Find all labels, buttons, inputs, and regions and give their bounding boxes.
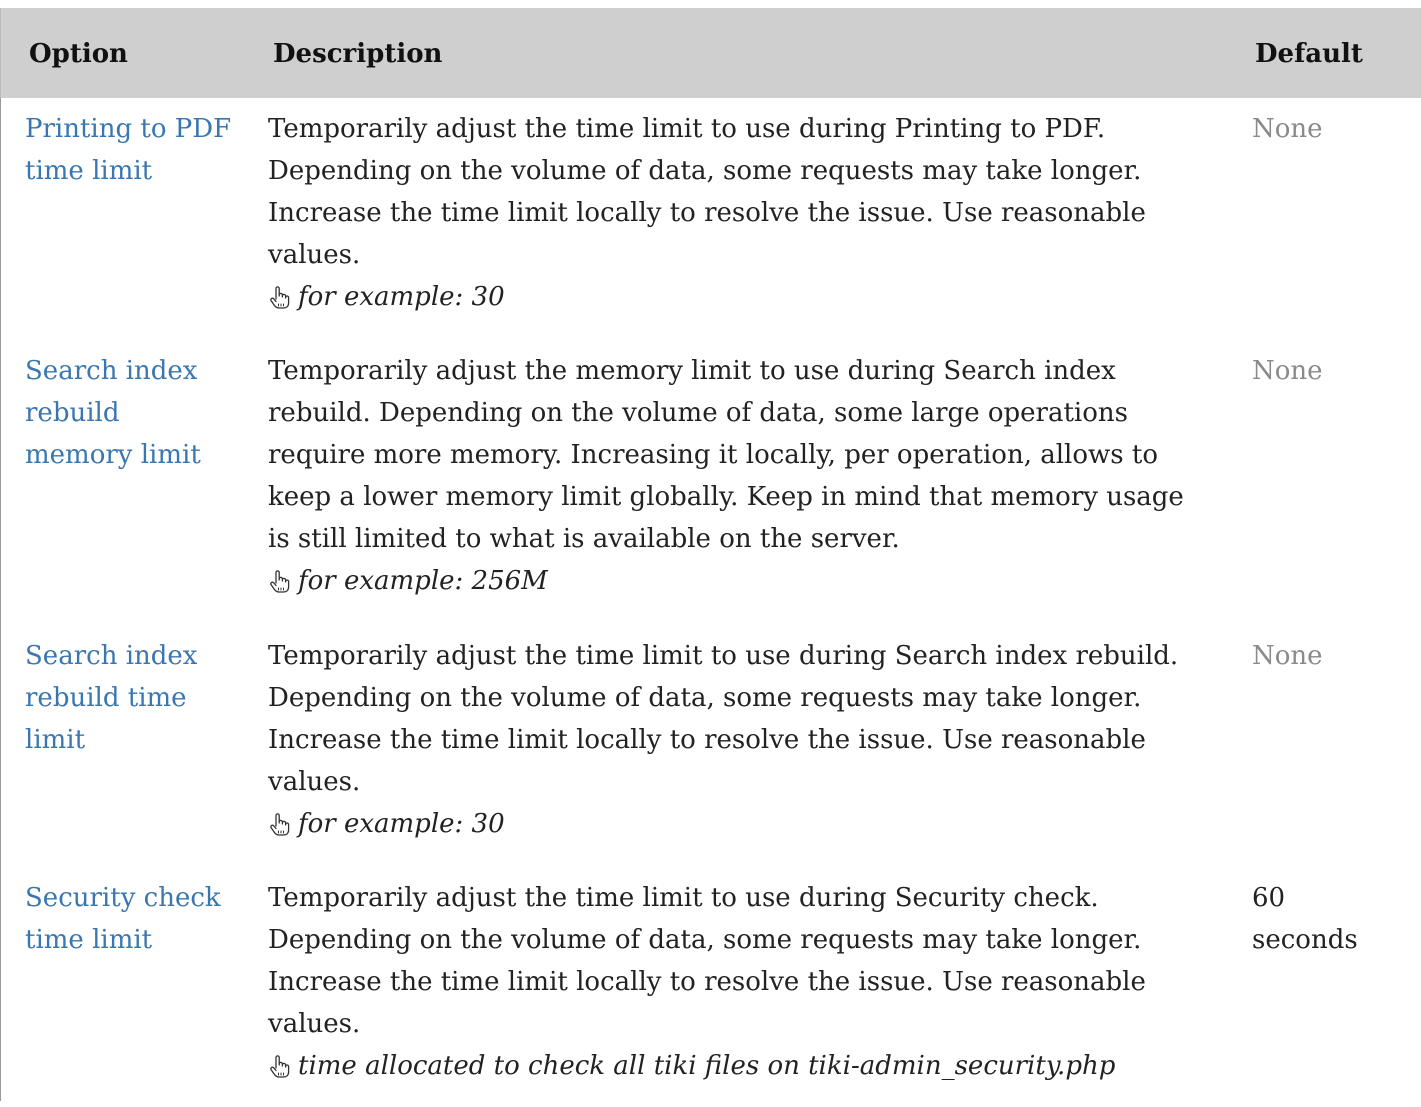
description-line: Temporarily adjust the memory limit to u…: [268, 356, 1116, 386]
table-row: Security check time limit Temporarily ad…: [1, 877, 1421, 1107]
default-value: seconds: [1252, 925, 1358, 955]
option-link-search-index-rebuild-time-limit[interactable]: Search index rebuild time limit: [25, 635, 250, 761]
option-link-line[interactable]: limit: [25, 719, 250, 761]
option-link-line[interactable]: rebuild time: [25, 677, 250, 719]
default-value: None: [1252, 356, 1323, 386]
option-description: Temporarily adjust the time limit to use…: [268, 108, 1228, 318]
option-default: None: [1252, 350, 1412, 392]
description-line: Increase the time limit locally to resol…: [268, 198, 1146, 228]
hint-text: time allocated to check all tiki files o…: [298, 1051, 1116, 1081]
option-link-line[interactable]: Printing to PDF: [25, 108, 250, 150]
option-default: None: [1252, 635, 1412, 677]
option-link-security-check-time-limit[interactable]: Security check time limit: [25, 877, 250, 961]
option-hint: for example: 256M: [268, 560, 1228, 602]
preferences-table: Option Description Default Printing to P…: [0, 8, 1421, 1101]
option-description: Temporarily adjust the time limit to use…: [268, 877, 1228, 1087]
table-body: Printing to PDF time limit Temporarily a…: [0, 98, 1421, 1101]
default-value: None: [1252, 114, 1323, 144]
option-hint: for example: 30: [268, 276, 1228, 318]
table-row: Search index rebuild time limit Temporar…: [1, 635, 1421, 865]
description-line: rebuild. Depending on the volume of data…: [268, 398, 1128, 428]
pointing-hand-icon: [270, 570, 290, 593]
option-link-line[interactable]: rebuild: [25, 392, 250, 434]
description-line: Temporarily adjust the time limit to use…: [268, 883, 1099, 913]
option-default: 60 seconds: [1252, 877, 1412, 961]
option-link-line[interactable]: Search index: [25, 350, 250, 392]
option-link-line[interactable]: Search index: [25, 635, 250, 677]
description-line: values.: [268, 240, 361, 270]
description-line: Depending on the volume of data, some re…: [268, 683, 1142, 713]
option-link-line[interactable]: time limit: [25, 919, 250, 961]
description-line: Depending on the volume of data, some re…: [268, 925, 1142, 955]
table-header: Option Description Default: [0, 8, 1421, 98]
option-hint: for example: 30: [268, 803, 1228, 845]
option-link-line[interactable]: Security check: [25, 877, 250, 919]
table-row: Printing to PDF time limit Temporarily a…: [1, 108, 1421, 338]
hint-text: for example: 30: [298, 282, 505, 312]
pointing-hand-icon: [270, 1055, 290, 1078]
description-line: Depending on the volume of data, some re…: [268, 156, 1142, 186]
table-row: Search index rebuild memory limit Tempor…: [1, 350, 1421, 622]
option-link-line[interactable]: time limit: [25, 150, 250, 192]
description-line: Increase the time limit locally to resol…: [268, 725, 1146, 755]
description-line: is still limited to what is available on…: [268, 524, 900, 554]
description-line: keep a lower memory limit globally. Keep…: [268, 482, 1184, 512]
column-header-description: Description: [273, 39, 443, 69]
description-line: values.: [268, 767, 361, 797]
description-line: require more memory. Increasing it local…: [268, 440, 1158, 470]
hint-text: for example: 256M: [298, 566, 548, 596]
default-value: None: [1252, 641, 1323, 671]
option-description: Temporarily adjust the memory limit to u…: [268, 350, 1228, 602]
option-link-line[interactable]: memory limit: [25, 434, 250, 476]
description-line: values.: [268, 1009, 361, 1039]
option-default: None: [1252, 108, 1412, 150]
description-line: Temporarily adjust the time limit to use…: [268, 641, 1179, 671]
option-link-search-index-rebuild-memory-limit[interactable]: Search index rebuild memory limit: [25, 350, 250, 476]
pointing-hand-icon: [270, 813, 290, 836]
pointing-hand-icon: [270, 286, 290, 309]
column-header-option: Option: [29, 39, 128, 69]
option-hint: time allocated to check all tiki files o…: [268, 1045, 1228, 1087]
option-description: Temporarily adjust the time limit to use…: [268, 635, 1228, 845]
option-link-printing-pdf-time-limit[interactable]: Printing to PDF time limit: [25, 108, 250, 192]
description-line: Temporarily adjust the time limit to use…: [268, 114, 1106, 144]
hint-text: for example: 30: [298, 809, 505, 839]
column-header-default: Default: [1255, 39, 1363, 69]
default-value: 60: [1252, 883, 1286, 913]
description-line: Increase the time limit locally to resol…: [268, 967, 1146, 997]
